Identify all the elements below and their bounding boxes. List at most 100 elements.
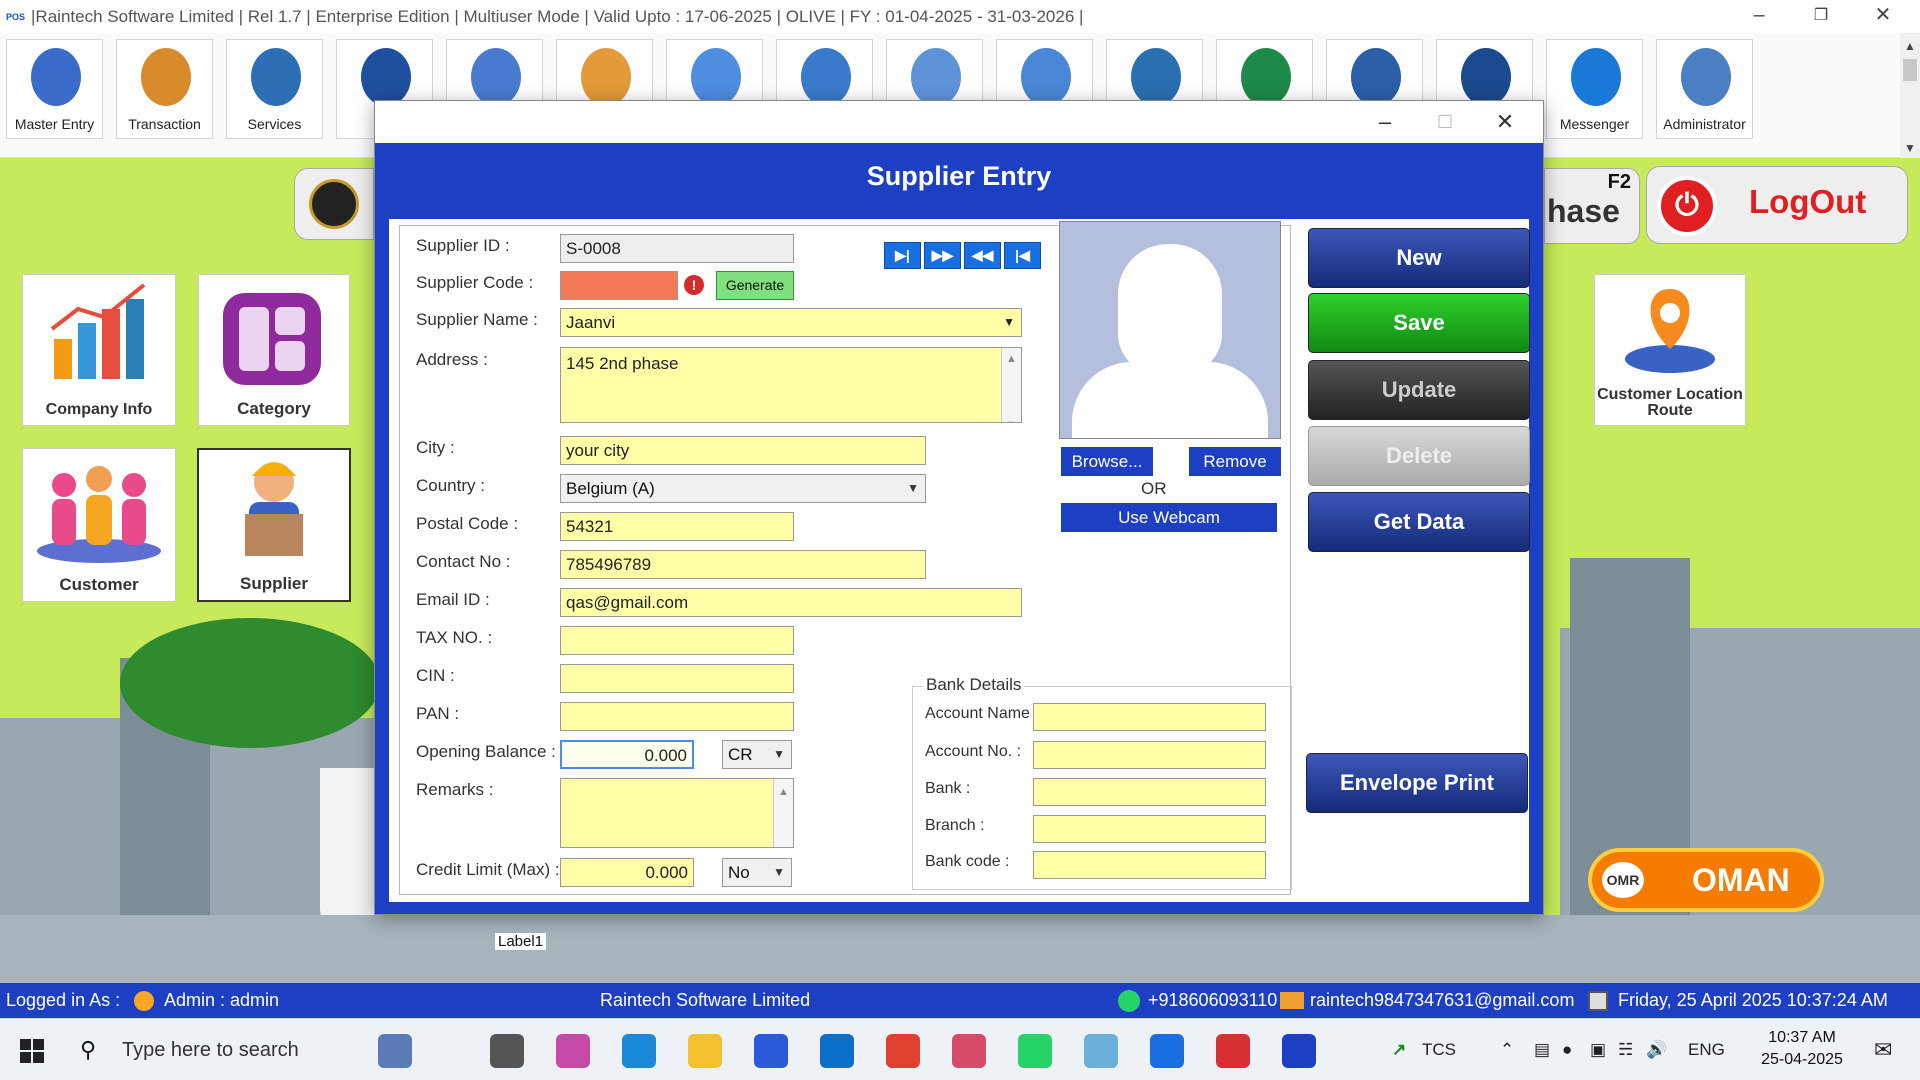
supplier-code-field[interactable] <box>560 271 678 300</box>
bank-code-field[interactable] <box>1033 851 1266 879</box>
wifi-icon[interactable]: ☵ <box>1618 1019 1633 1080</box>
first-record-button[interactable]: ▶| <box>884 242 921 269</box>
mascot-button[interactable] <box>294 168 374 240</box>
chrome-icon[interactable] <box>886 1034 920 1068</box>
file-explorer-icon[interactable] <box>688 1034 722 1068</box>
task-view-icon[interactable] <box>490 1034 524 1068</box>
bank-code-label: Bank code : <box>925 853 1010 870</box>
scroll-thumb[interactable] <box>1903 59 1917 81</box>
currency-badge: OMR OMAN <box>1588 848 1824 912</box>
cin-field[interactable] <box>560 664 794 693</box>
last-record-button[interactable]: |◀ <box>1004 242 1041 269</box>
microsoft-store-icon[interactable] <box>754 1034 788 1068</box>
search-icon: ⚲ <box>80 1037 97 1062</box>
country-select[interactable]: Belgium (A) ▼ <box>560 474 926 503</box>
branch-field[interactable] <box>1033 815 1266 843</box>
ribbon-scrollbar[interactable]: ▲ ▼ <box>1900 33 1920 158</box>
remarks-scrollbar[interactable]: ▲▼ <box>773 779 793 847</box>
raintech-app-icon[interactable] <box>1282 1034 1316 1068</box>
account-name-field[interactable] <box>1033 703 1266 731</box>
dialog-title-bar: – ☐ ✕ <box>375 101 1543 143</box>
dialog-close-icon[interactable]: ✕ <box>1475 105 1535 139</box>
balance-type-select[interactable]: CR ▼ <box>722 740 792 769</box>
tile-company-info[interactable]: Company Info <box>22 274 176 426</box>
penguin-wallpaper-icon[interactable] <box>378 1034 412 1068</box>
remarks-field[interactable]: ▲▼ <box>560 778 794 848</box>
snipping-tool-icon[interactable] <box>952 1034 986 1068</box>
opening-balance-field[interactable]: 0.000 <box>560 740 694 769</box>
bank-field[interactable] <box>1033 778 1266 806</box>
ribbon-button-15[interactable]: Messenger <box>1546 39 1643 139</box>
whatsapp-taskbar-icon[interactable] <box>1018 1034 1052 1068</box>
chevron-down-icon[interactable]: ▼ <box>1003 309 1015 336</box>
address-scrollbar[interactable]: ▲▼ <box>1001 348 1021 422</box>
app-icon[interactable] <box>1216 1034 1250 1068</box>
outlook-icon[interactable] <box>820 1034 854 1068</box>
contact-phone: +918606093110 <box>1148 990 1278 1010</box>
label1: Label1 <box>495 933 547 950</box>
copilot-icon[interactable] <box>556 1034 590 1068</box>
tile-supplier[interactable]: Supplier <box>197 448 351 602</box>
logout-button[interactable]: ⏻ LogOut <box>1646 166 1908 244</box>
tax-no-field[interactable] <box>560 626 794 655</box>
tray-chevron-icon[interactable]: ⌃ <box>1500 1019 1514 1080</box>
network-icon[interactable]: ▤ <box>1534 1019 1550 1080</box>
ribbon-button-1[interactable]: Master Entry <box>6 39 103 139</box>
purchase-label: hase <box>1547 193 1620 229</box>
envelope-print-button[interactable]: Envelope Print <box>1306 753 1528 813</box>
update-button[interactable]: Update <box>1308 360 1530 420</box>
scroll-down-icon[interactable]: ▼ <box>1900 141 1920 155</box>
edge-browser-icon[interactable] <box>622 1034 656 1068</box>
get-data-button[interactable]: Get Data <box>1308 492 1530 552</box>
address-field[interactable]: 145 2nd phase ▲▼ <box>560 347 1022 423</box>
pan-field[interactable] <box>560 702 794 731</box>
taskbar-clock[interactable]: 10:37 AM 25-04-2025 <box>1752 1027 1852 1071</box>
restore-icon[interactable]: ❐ <box>1790 0 1852 33</box>
city-field[interactable]: your city <box>560 436 926 465</box>
ribbon-button-16[interactable]: Administrator <box>1656 39 1753 139</box>
window-title-bar: POS |Raintech Software Limited | Rel 1.7… <box>0 0 1920 33</box>
stock-ticker[interactable]: TCS <box>1422 1019 1456 1080</box>
notepad-icon[interactable] <box>1084 1034 1118 1068</box>
tile-customer-location-route[interactable]: Customer Location Route <box>1594 274 1746 426</box>
windows-start-icon[interactable] <box>20 1039 44 1063</box>
purchase-button[interactable]: F2 hase <box>1544 168 1640 244</box>
generate-button[interactable]: Generate <box>716 271 794 300</box>
postal-code-field[interactable]: 54321 <box>560 512 794 541</box>
previous-record-button[interactable]: ◀◀ <box>964 242 1001 269</box>
next-record-button[interactable]: ▶▶ <box>924 242 961 269</box>
microphone-icon[interactable]: ● <box>1562 1019 1572 1080</box>
ribbon-button-3[interactable]: Services <box>226 39 323 139</box>
browse-button[interactable]: Browse... <box>1061 447 1153 476</box>
tile-customer[interactable]: Customer <box>22 448 176 602</box>
account-no-field[interactable] <box>1033 741 1266 769</box>
ribbon-button-2[interactable]: Transaction <box>116 39 213 139</box>
use-webcam-button[interactable]: Use Webcam <box>1061 503 1277 532</box>
supplier-id-field[interactable]: S-0008 <box>560 234 794 263</box>
contact-no-field[interactable]: 785496789 <box>560 550 926 579</box>
language-indicator[interactable]: ENG <box>1688 1019 1725 1080</box>
category-icon <box>223 293 321 385</box>
display-icon[interactable]: ▣ <box>1590 1019 1606 1080</box>
dialog-maximize-icon: ☐ <box>1436 112 1454 132</box>
credit-limit-flag-select[interactable]: No ▼ <box>722 858 792 887</box>
save-button[interactable]: Save <box>1308 293 1530 353</box>
tile-category[interactable]: Category <box>198 274 350 426</box>
notification-icon[interactable]: ✉ <box>1874 1019 1892 1080</box>
new-button[interactable]: New <box>1308 228 1530 288</box>
minimize-icon[interactable]: – <box>1728 0 1790 33</box>
credit-limit-field[interactable]: 0.000 <box>560 858 694 887</box>
volume-icon[interactable]: 🔊 <box>1646 1019 1667 1080</box>
cin-label: CIN : <box>416 666 455 685</box>
master-entry-icon <box>31 48 81 106</box>
messenger-taskbar-icon[interactable] <box>1150 1034 1184 1068</box>
remove-button[interactable]: Remove <box>1189 447 1281 476</box>
close-icon[interactable]: ✕ <box>1852 0 1914 33</box>
currency-code: OMR <box>1602 862 1644 898</box>
supplier-name-combo[interactable]: Jaanvi ▼ <box>560 308 1022 337</box>
logout-label: LogOut <box>1749 183 1867 220</box>
dialog-minimize-icon[interactable]: – <box>1355 105 1415 139</box>
email-field[interactable]: qas@gmail.com <box>560 588 1022 617</box>
opening-balance-label: Opening Balance : <box>416 742 556 761</box>
scroll-up-icon[interactable]: ▲ <box>1900 39 1920 53</box>
